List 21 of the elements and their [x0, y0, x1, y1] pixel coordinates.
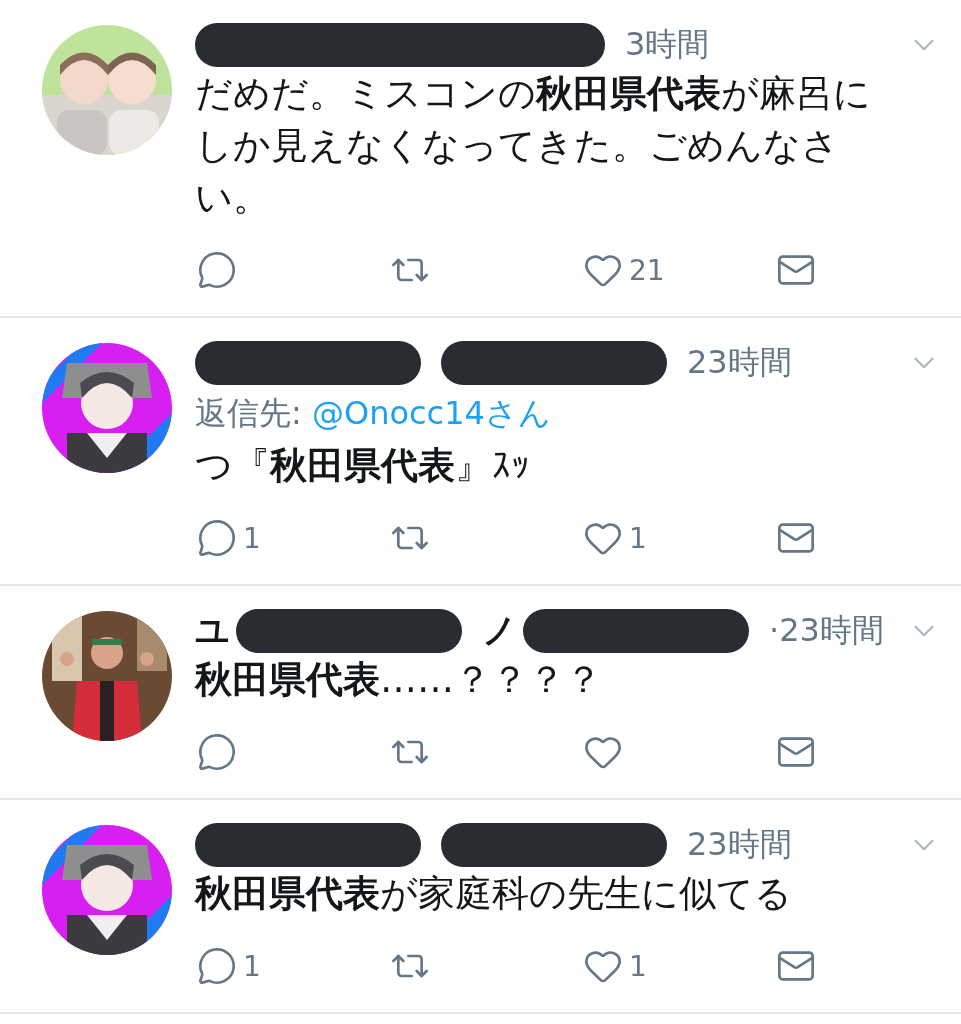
- tweet-text: つ『秋田県代表』ｽｯ: [195, 443, 531, 489]
- tweet-text: だめだ。ミスコンの秋田県代表が麻呂にしか見えなくなってきた。ごめんなさい。: [195, 71, 872, 221]
- reply-icon: [197, 732, 237, 772]
- timestamp: 23時間: [687, 342, 792, 383]
- action-count: 1: [629, 949, 647, 983]
- reply-icon: [197, 946, 237, 986]
- reply-icon: [197, 250, 237, 290]
- mention-link[interactable]: @Onocc14さん: [311, 394, 551, 432]
- action-count: 1: [629, 521, 647, 555]
- action-count: 1: [243, 521, 261, 555]
- action-count: 21: [629, 253, 665, 287]
- timestamp: 3時間: [625, 24, 710, 65]
- tweet-text: 秋田県代表が家庭科の先生に似てる: [195, 871, 793, 917]
- name-fragment: ノ: [482, 609, 517, 652]
- action-count: 1: [243, 949, 261, 983]
- reply-to-label: 返信先: @Onocc14さん: [195, 393, 552, 434]
- tweet-text: 秋田県代表……？？？？: [195, 657, 603, 703]
- timestamp: ·23時間: [769, 610, 884, 651]
- name-fragment: ユ: [195, 609, 230, 652]
- timestamp: 23時間: [687, 824, 792, 865]
- reply-icon: [197, 518, 237, 558]
